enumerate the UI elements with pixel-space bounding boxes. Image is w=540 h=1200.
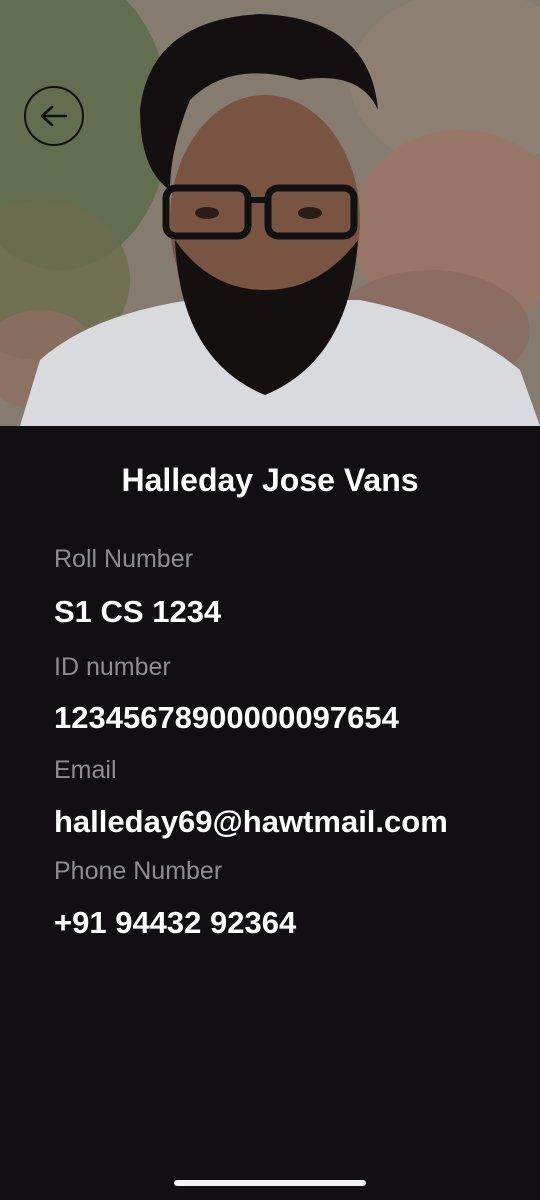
email-label: Email [54,756,117,784]
phone-number-label: Phone Number [54,857,223,885]
email-value: halleday69@hawtmail.com [54,804,448,839]
roll-number-value: S1 CS 1234 [54,594,222,629]
phone-number-value: +91 94432 92364 [54,905,297,940]
home-indicator[interactable] [174,1180,366,1186]
profile-photo-illustration [0,0,540,426]
id-number-label: ID number [54,653,171,681]
back-button[interactable] [24,86,84,146]
profile-name: Halleday Jose Vans [121,462,419,498]
arrow-left-icon [40,105,68,127]
roll-number-label: Roll Number [54,545,193,573]
profile-photo [0,0,540,426]
id-number-value: 12345678900000097654 [54,700,399,735]
